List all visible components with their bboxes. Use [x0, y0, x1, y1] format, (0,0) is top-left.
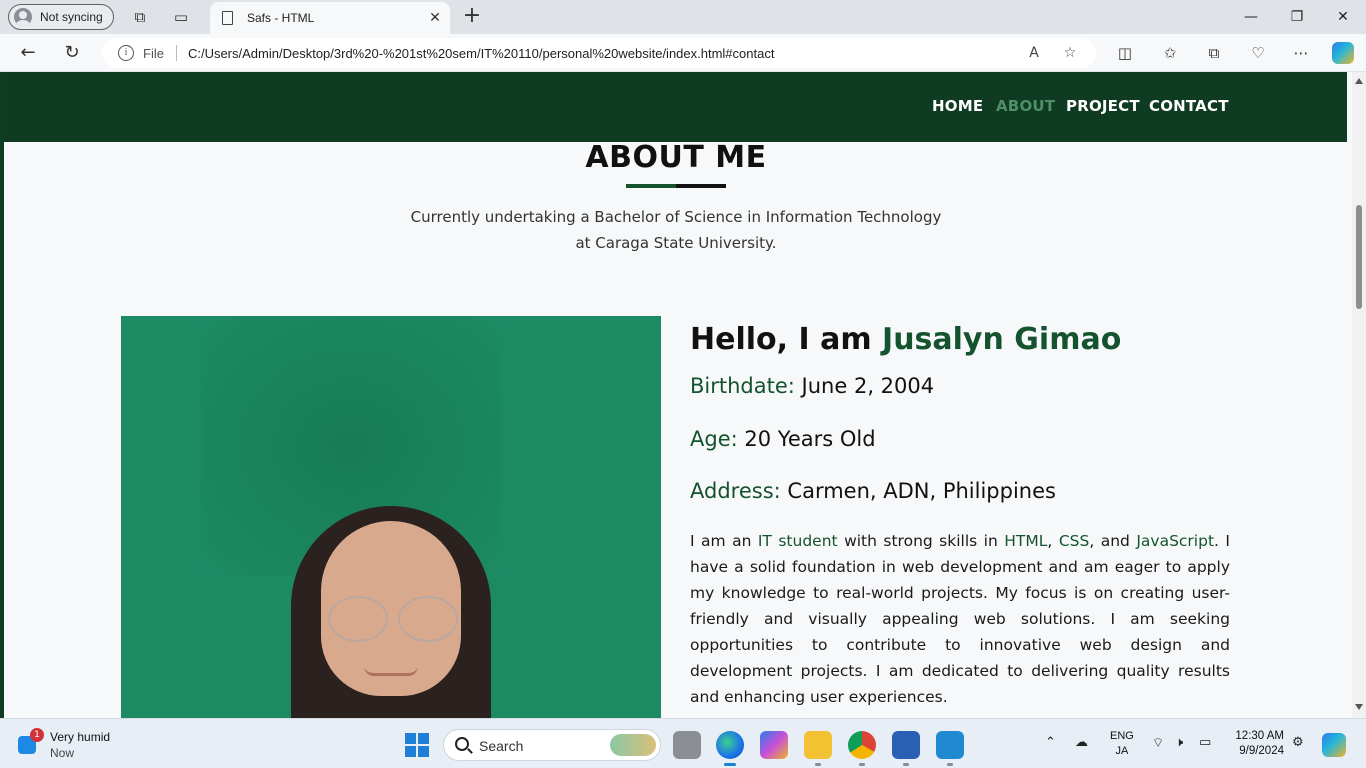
url-text[interactable]: C:/Users/Admin/Desktop/3rd%20-%201st%20s… — [188, 46, 1024, 61]
lang-secondary: JA — [1115, 745, 1129, 757]
vscode-app-icon[interactable] — [936, 731, 964, 766]
subtitle-line-2: at Caraga State University. — [575, 234, 777, 252]
copilot-taskbar-icon[interactable] — [1322, 733, 1346, 757]
bio-highlight: IT student — [757, 532, 838, 550]
file-explorer-icon[interactable] — [804, 731, 832, 766]
word-app-icon[interactable] — [892, 731, 920, 766]
nav-about[interactable]: ABOUT — [996, 97, 1055, 115]
age-row: Age: 20 Years Old — [690, 427, 876, 451]
avatar-icon — [14, 8, 32, 26]
birthdate-label: Birthdate: — [690, 374, 795, 398]
age-value: 20 Years Old — [744, 427, 876, 451]
page-scrollbar[interactable] — [1352, 72, 1366, 718]
language-indicator[interactable]: ENG JA — [1110, 729, 1134, 759]
nav-home[interactable]: HOME — [932, 97, 983, 115]
heading-underline — [626, 184, 726, 188]
address-bar[interactable]: i File C:/Users/Admin/Desktop/3rd%20-%20… — [102, 38, 1096, 68]
favorite-star-icon[interactable]: ☆ — [1060, 43, 1080, 63]
favorites-icon[interactable]: ✩ — [1159, 43, 1181, 63]
bio-highlight: CSS — [1058, 532, 1090, 550]
clock[interactable]: 12:30 AM 9/9/2024 — [1226, 729, 1284, 759]
search-icon — [455, 737, 469, 751]
profile-photo — [121, 316, 661, 718]
nav-project[interactable]: PROJECT — [1066, 97, 1140, 115]
weather-sub: Now — [50, 746, 75, 760]
subtitle-line-1: Currently undertaking a Bachelor of Scie… — [410, 208, 942, 226]
birthdate-value: June 2, 2004 — [801, 374, 935, 398]
minimize-button[interactable]: — — [1228, 6, 1274, 28]
file-label: File — [143, 45, 164, 61]
chrome-app-icon[interactable] — [848, 731, 876, 766]
close-tab-icon[interactable]: ✕ — [424, 10, 446, 26]
tab-title: Safs - HTML — [247, 11, 315, 25]
lang-primary: ENG — [1110, 730, 1134, 742]
more-options-icon[interactable]: ⋯ — [1290, 43, 1312, 63]
notifications-icon[interactable]: ⚙ — [1292, 735, 1304, 750]
notification-badge: 1 — [30, 728, 44, 742]
browser-essentials-icon[interactable]: ♡ — [1247, 43, 1269, 63]
split-screen-icon[interactable]: ◫ — [1114, 43, 1136, 63]
read-aloud-icon[interactable]: A — [1024, 43, 1044, 63]
about-heading: ABOUT ME — [585, 140, 767, 175]
divider — [175, 45, 177, 61]
person-name: Jusalyn Gimao — [882, 322, 1122, 357]
bio-text: I am an — [690, 532, 758, 550]
battery-icon[interactable]: ▭ — [1199, 735, 1211, 750]
tab-active[interactable]: Safs - HTML ✕ — [210, 2, 450, 34]
scroll-up-arrow-icon[interactable] — [1355, 78, 1363, 84]
hello-heading: Hello, I am Jusalyn Gimao — [690, 322, 1121, 357]
weather-widget[interactable]: 1 Very humid Now — [14, 728, 124, 762]
bio-text: , and — [1089, 532, 1137, 550]
info-icon[interactable]: i — [118, 45, 134, 61]
edge-app-icon[interactable] — [716, 731, 744, 766]
address-value: Carmen, ADN, Philippines — [787, 479, 1056, 503]
mute-speaker-icon[interactable]: 🕨 — [1175, 735, 1183, 750]
clock-date: 9/9/2024 — [1239, 745, 1284, 757]
taskbar: 1 Very humid Now Search ⌃ ☁ ENG JA ⌔ 🕨 ▭… — [0, 718, 1366, 768]
onedrive-icon[interactable]: ☁ — [1075, 735, 1088, 750]
tab-strip: Not syncing ⧉ ▭ Safs - HTML ✕ + — ❐ ✕ — [0, 0, 1366, 34]
birthdate-row: Birthdate: June 2, 2004 — [690, 374, 934, 398]
about-subtitle: Currently undertaking a Bachelor of Scie… — [376, 204, 976, 256]
scroll-down-arrow-icon[interactable] — [1355, 704, 1363, 710]
restore-button[interactable]: ❐ — [1274, 6, 1320, 28]
task-view-icon[interactable] — [673, 731, 701, 759]
bio-text: , — [1047, 532, 1059, 550]
copilot-icon[interactable] — [1332, 42, 1354, 64]
copilot-app-icon[interactable] — [760, 731, 788, 759]
chevron-up-icon[interactable]: ⌃ — [1045, 735, 1056, 750]
search-label: Search — [479, 738, 524, 754]
tab-actions-icon[interactable]: ▭ — [171, 7, 191, 27]
profile-label: Not syncing — [40, 10, 103, 24]
refresh-button[interactable]: ↻ — [60, 42, 84, 64]
bio-text: . I have a solid foundation in web devel… — [690, 532, 1230, 706]
bio-paragraph: I am an IT student with strong skills in… — [690, 528, 1230, 710]
bio-text: with strong skills in — [837, 532, 1005, 550]
site-navbar: HOME ABOUT PROJECT CONTACT — [4, 72, 1347, 142]
weather-text: Very humid — [50, 730, 111, 744]
collections-icon[interactable]: ⧉ — [1203, 43, 1225, 63]
workspaces-icon[interactable]: ⧉ — [130, 7, 150, 27]
profile-button[interactable]: Not syncing — [8, 4, 114, 30]
bio-highlight: HTML — [1004, 532, 1048, 550]
search-highlight-image — [610, 734, 656, 756]
page-icon — [222, 11, 233, 25]
back-button[interactable]: ← — [16, 42, 40, 64]
scroll-thumb[interactable] — [1356, 205, 1362, 309]
clock-time: 12:30 AM — [1235, 730, 1284, 742]
age-label: Age: — [690, 427, 738, 451]
wifi-icon[interactable]: ⌔ — [1152, 735, 1164, 751]
address-row: Address: Carmen, ADN, Philippines — [690, 479, 1056, 503]
address-label: Address: — [690, 479, 781, 503]
taskbar-search[interactable]: Search — [443, 729, 661, 761]
close-window-button[interactable]: ✕ — [1320, 6, 1366, 28]
bio-highlight: JavaScript — [1136, 532, 1215, 550]
nav-contact[interactable]: CONTACT — [1149, 97, 1229, 115]
start-button[interactable] — [405, 733, 429, 757]
new-tab-button[interactable]: + — [460, 5, 484, 29]
hello-prefix: Hello, I am — [690, 322, 883, 357]
